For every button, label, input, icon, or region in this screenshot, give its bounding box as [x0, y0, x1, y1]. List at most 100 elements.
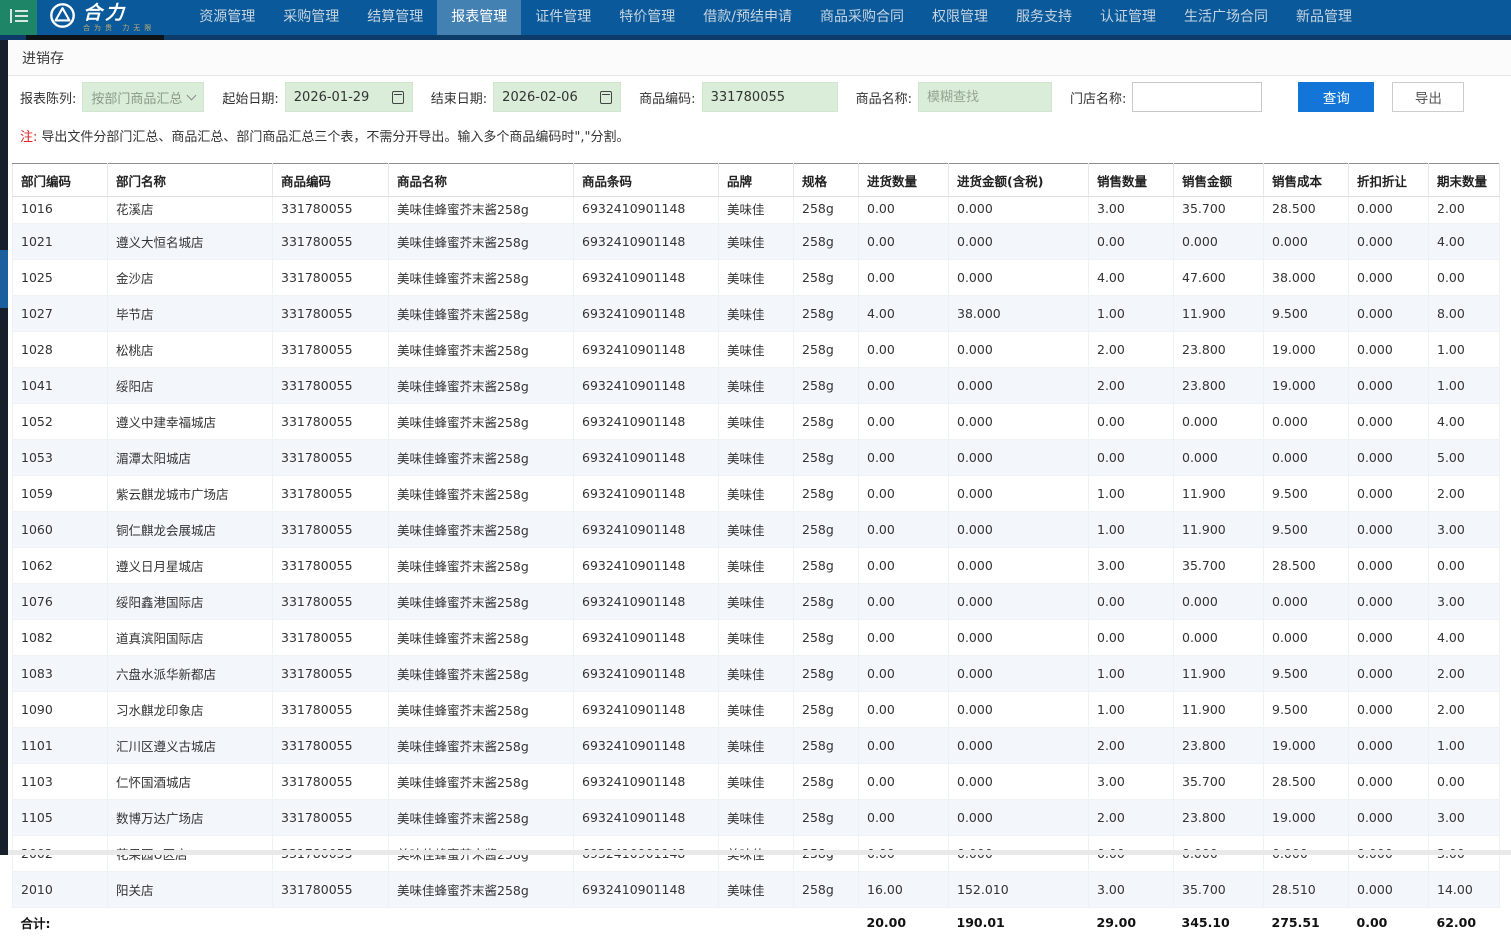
table-cell: 0.000 — [1349, 692, 1429, 728]
store-name-input[interactable] — [1132, 82, 1262, 112]
report-layout-select[interactable]: 按部门商品汇总 — [82, 82, 204, 112]
table-cell: 331780055 — [273, 584, 389, 620]
table-cell: 2.00 — [1089, 728, 1174, 764]
nav-item[interactable]: 服务支持 — [1002, 0, 1086, 35]
table-cell: 9.500 — [1264, 476, 1349, 512]
table-row[interactable]: 1090习水麒龙印象店331780055美味佳蜂蜜芥末酱258g69324109… — [13, 692, 1500, 728]
table-row[interactable]: 2010阳关店331780055美味佳蜂蜜芥末酱258g693241090114… — [13, 872, 1500, 908]
table-row[interactable]: 1021遵义大恒名城店331780055美味佳蜂蜜芥末酱258g69324109… — [13, 224, 1500, 260]
table-cell: 331780055 — [273, 296, 389, 332]
tab-purchase-sales-inventory[interactable]: 进销存 — [22, 48, 64, 68]
nav-item[interactable]: 采购管理 — [269, 0, 353, 35]
calendar-icon — [392, 91, 404, 104]
table-row[interactable]: 1053湄潭太阳城店331780055美味佳蜂蜜芥末酱258g693241090… — [13, 440, 1500, 476]
table-cell: 258g — [794, 872, 859, 908]
table-cell: 1041 — [13, 368, 108, 404]
table-cell: 1105 — [13, 800, 108, 836]
rail-scroll-thumb[interactable] — [0, 250, 8, 308]
table-cell: 331780055 — [273, 224, 389, 260]
nav-item[interactable]: 证件管理 — [521, 0, 605, 35]
table-cell: 4.00 — [1089, 260, 1174, 296]
table-cell: 1028 — [13, 332, 108, 368]
table-cell: 2.00 — [1089, 368, 1174, 404]
table-cell: 6932410901148 — [574, 800, 719, 836]
table-row[interactable]: 1059紫云麒龙城市广场店331780055美味佳蜂蜜芥末酱258g693241… — [13, 476, 1500, 512]
query-button[interactable]: 查询 — [1298, 82, 1374, 112]
table-cell: 美味佳蜂蜜芥末酱258g — [389, 548, 574, 584]
table-cell: 美味佳蜂蜜芥末酱258g — [389, 368, 574, 404]
table-row[interactable]: 1025金沙店331780055美味佳蜂蜜芥末酱258g693241090114… — [13, 260, 1500, 296]
table-cell: 0.000 — [1349, 548, 1429, 584]
table-row[interactable]: 1062遵义日月星城店331780055美味佳蜂蜜芥末酱258g69324109… — [13, 548, 1500, 584]
totals-row: 合计:20.00190.0129.00345.10275.510.0062.00 — [13, 908, 1500, 941]
nav-item[interactable]: 资源管理 — [185, 0, 269, 35]
nav-item[interactable]: 认证管理 — [1086, 0, 1170, 35]
nav-item[interactable]: 权限管理 — [918, 0, 1002, 35]
table-cell: 绥阳鑫港国际店 — [108, 584, 273, 620]
table-cell: 258g — [794, 656, 859, 692]
nav-item[interactable]: 特价管理 — [605, 0, 689, 35]
table-cell: 0.00 — [1089, 404, 1174, 440]
totals-cell: 29.00 — [1089, 908, 1174, 941]
table-cell: 258g — [794, 260, 859, 296]
menu-toggle-button[interactable] — [0, 0, 37, 35]
table-cell: 0.000 — [1349, 512, 1429, 548]
table-cell: 美味佳蜂蜜芥末酱258g — [389, 476, 574, 512]
table-cell: 6932410901148 — [574, 728, 719, 764]
table-cell: 11.900 — [1174, 656, 1264, 692]
collapsed-sidebar-rail[interactable] — [0, 40, 8, 855]
table-cell: 19.000 — [1264, 332, 1349, 368]
product-code-input[interactable] — [702, 82, 838, 112]
table-cell: 0.000 — [1264, 224, 1349, 260]
table-cell: 美味佳 — [719, 692, 794, 728]
nav-item[interactable]: 商品采购合同 — [806, 0, 918, 35]
nav-item[interactable]: 借款/预结申请 — [689, 0, 806, 35]
table-cell: 6932410901148 — [574, 332, 719, 368]
table-cell: 0.00 — [859, 260, 949, 296]
nav-item[interactable]: 新品管理 — [1282, 0, 1366, 35]
table-cell: 0.000 — [1349, 332, 1429, 368]
totals-cell: 0.00 — [1349, 908, 1429, 941]
table-cell: 0.000 — [1264, 620, 1349, 656]
table-cell: 0.000 — [1349, 584, 1429, 620]
table-cell: 2.00 — [1429, 692, 1500, 728]
table-cell: 美味佳蜂蜜芥末酱258g — [389, 404, 574, 440]
table-cell: 0.000 — [949, 584, 1089, 620]
product-name-input[interactable] — [918, 82, 1052, 112]
start-date-input[interactable]: 2026-01-29 — [285, 82, 413, 112]
column-header: 品牌 — [719, 164, 794, 197]
table-cell: 绥阳店 — [108, 368, 273, 404]
nav-item[interactable]: 生活广场合同 — [1170, 0, 1282, 35]
table-cell: 松桃店 — [108, 332, 273, 368]
table-row[interactable]: 1052遵义中建幸福城店331780055美味佳蜂蜜芥末酱258g6932410… — [13, 404, 1500, 440]
nav-item[interactable]: 报表管理 — [437, 0, 521, 35]
table-row[interactable]: 1105数博万达广场店331780055美味佳蜂蜜芥末酱258g69324109… — [13, 800, 1500, 836]
table-row[interactable]: 1082道真滨阳国际店331780055美味佳蜂蜜芥末酱258g69324109… — [13, 620, 1500, 656]
table-cell: 遵义日月星城店 — [108, 548, 273, 584]
end-date-input[interactable]: 2026-02-06 — [493, 82, 621, 112]
table-cell: 道真滨阳国际店 — [108, 620, 273, 656]
table-row[interactable]: 1027毕节店331780055美味佳蜂蜜芥末酱258g693241090114… — [13, 296, 1500, 332]
table-cell: 258g — [794, 620, 859, 656]
table-row[interactable]: 1028松桃店331780055美味佳蜂蜜芥末酱258g693241090114… — [13, 332, 1500, 368]
table-cell: 0.000 — [949, 332, 1089, 368]
table-row[interactable]: 1101汇川区遵义古城店331780055美味佳蜂蜜芥末酱258g6932410… — [13, 728, 1500, 764]
export-button[interactable]: 导出 — [1392, 82, 1464, 112]
table-row[interactable]: 1076绥阳鑫港国际店331780055美味佳蜂蜜芥末酱258g69324109… — [13, 584, 1500, 620]
report-layout-label: 报表陈列: — [20, 88, 76, 107]
table-cell: 8.00 — [1429, 296, 1500, 332]
table-cell: 38.000 — [949, 296, 1089, 332]
table-row[interactable]: 1041绥阳店331780055美味佳蜂蜜芥末酱258g693241090114… — [13, 368, 1500, 404]
table-row[interactable]: 1083六盘水派华新都店331780055美味佳蜂蜜芥末酱258g6932410… — [13, 656, 1500, 692]
table-cell: 9.500 — [1264, 512, 1349, 548]
table-cell: 0.00 — [859, 332, 949, 368]
table-cell: 331780055 — [273, 800, 389, 836]
nav-item[interactable]: 结算管理 — [353, 0, 437, 35]
table-row[interactable]: 1103仁怀国酒城店331780055美味佳蜂蜜芥末酱258g693241090… — [13, 764, 1500, 800]
table-row[interactable]: 1060铜仁麒龙会展城店331780055美味佳蜂蜜芥末酱258g6932410… — [13, 512, 1500, 548]
table-cell: 331780055 — [273, 476, 389, 512]
table-cell: 0.00 — [859, 764, 949, 800]
table-cell: 0.00 — [1429, 548, 1500, 584]
table-row[interactable]: 1016花溪店331780055美味佳蜂蜜芥末酱258g693241090114… — [13, 197, 1500, 224]
table-cell: 美味佳蜂蜜芥末酱258g — [389, 764, 574, 800]
